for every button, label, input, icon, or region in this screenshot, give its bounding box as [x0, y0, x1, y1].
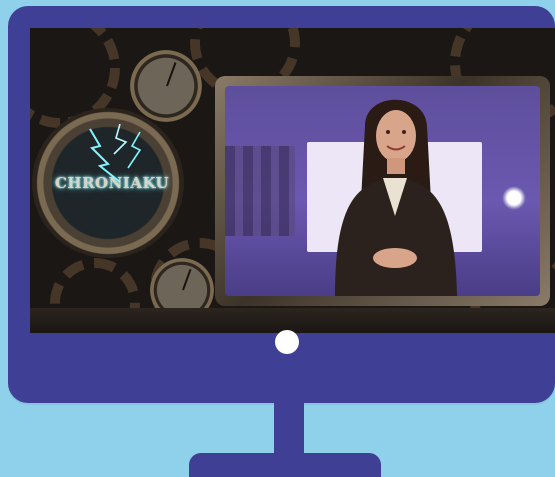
camera-dot-icon: [275, 330, 299, 354]
background-shelf: [225, 146, 295, 236]
monitor-body: CHRONIAKU: [8, 6, 555, 403]
monitor-stand-neck: [274, 400, 304, 460]
studio-light: [502, 186, 526, 210]
video-frame: [215, 76, 550, 306]
presenter-figure: [335, 99, 457, 296]
monitor-stand-base: [189, 453, 381, 477]
screen-bottom-rail: [30, 308, 555, 333]
show-logo-text: CHRONIAKU: [54, 174, 170, 192]
presenter-video: [225, 86, 540, 296]
illustration-scene: CHRONIAKU: [0, 0, 555, 477]
monitor-screen: CHRONIAKU: [30, 28, 555, 333]
clock-icon: [130, 50, 202, 122]
